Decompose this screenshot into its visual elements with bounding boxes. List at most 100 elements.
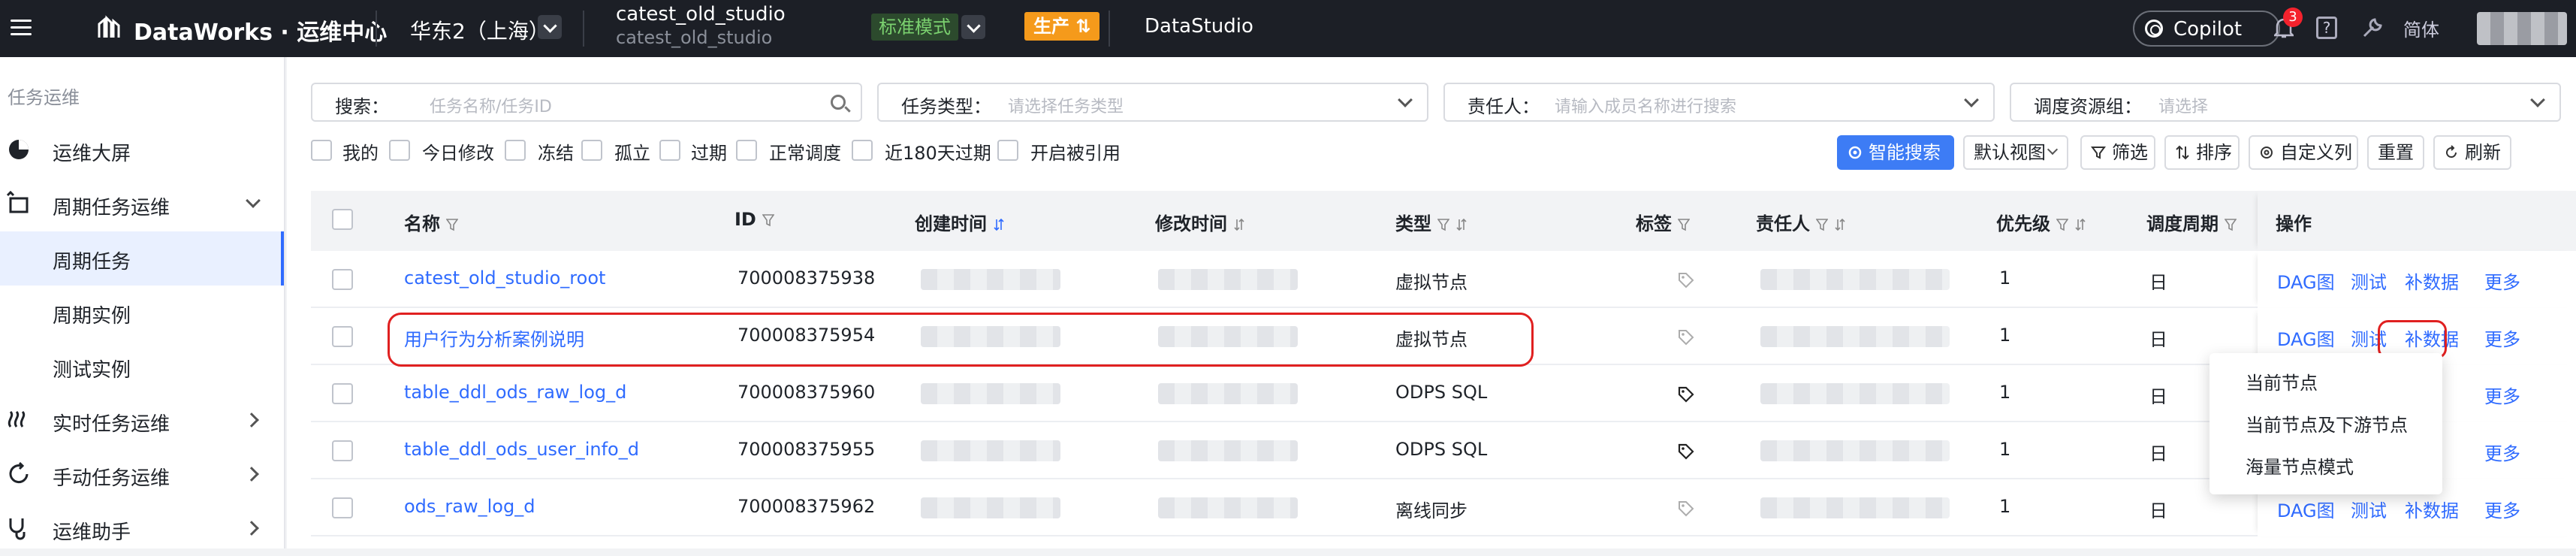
column-owner[interactable]: 责任人 [1756,209,1846,235]
task-name-link[interactable]: table_ddl_ods_raw_log_d [404,382,626,403]
row-checkbox[interactable] [332,383,353,404]
sidebar-item-periodic-ops[interactable]: 周期任务运维 [0,177,284,231]
column-cycle[interactable]: 调度周期 [2146,209,2237,235]
filter-icon[interactable] [1678,218,1690,231]
checkbox-isolated[interactable] [581,140,602,161]
row-checkbox[interactable] [332,440,353,461]
search-icon[interactable] [831,95,846,110]
sidebar-title: 任务运维 [8,87,80,108]
filter-icon[interactable] [2056,218,2068,231]
sort-icon[interactable] [2074,218,2086,231]
region-selector[interactable]: 华东2（上海） [410,15,550,45]
filter-icon[interactable] [1437,218,1449,231]
dag-link[interactable]: DAG图 [2277,267,2335,294]
module-link[interactable]: DataStudio [1145,15,1253,38]
more-link[interactable]: 更多 [2484,496,2520,522]
custom-columns-button[interactable]: 自定义列 [2249,135,2358,170]
column-type[interactable]: 类型 [1395,209,1467,235]
workspace-dropdown-chevron-icon[interactable] [961,15,985,39]
sort-button[interactable]: 排序 [2164,135,2240,170]
help-icon[interactable]: ? [2316,17,2337,39]
row-checkbox[interactable] [332,497,353,518]
menu-item-massive-nodes[interactable]: 海量节点模式 [2246,452,2354,479]
backfill-link[interactable]: 补数据 [2405,496,2459,522]
menu-item-current-and-downstream[interactable]: 当前节点及下游节点 [2246,410,2408,437]
menu-icon[interactable] [11,20,32,36]
table-row[interactable]: catest_old_studio_root 700008375938 虚拟节点… [311,251,2576,308]
sidebar-item-periodic-instances[interactable]: 周期实例 [0,286,284,340]
default-view-select[interactable]: 默认视图 [1963,135,2068,170]
dag-link[interactable]: DAG图 [2277,496,2335,522]
checkbox-normal-schedule[interactable] [736,140,757,161]
tag-icon[interactable] [1678,443,1694,460]
checkbox-expired[interactable] [659,140,680,161]
checkbox-modified-today[interactable] [389,140,410,161]
column-priority[interactable]: 优先级 [1996,209,2086,235]
sort-icon[interactable] [993,218,1005,231]
more-link[interactable]: 更多 [2484,325,2520,351]
env-badge[interactable]: 生产 ⇅ [1024,12,1100,41]
filter-icon[interactable] [1816,218,1828,231]
checkbox-referenced[interactable] [997,140,1018,161]
column-created[interactable]: 创建时间 [915,209,1005,235]
column-modified[interactable]: 修改时间 [1155,209,1245,235]
owner-redacted [1760,269,1950,290]
sort-icon[interactable] [1233,218,1245,231]
column-name[interactable]: 名称 [404,209,458,235]
checkbox-mine[interactable] [311,140,332,161]
sidebar-item-dashboard[interactable]: 运维大屏 [0,123,284,177]
more-link[interactable]: 更多 [2484,267,2520,294]
brand-title[interactable]: DataWorks · 运维中心 [134,14,387,47]
row-checkbox[interactable] [332,269,353,290]
tag-icon[interactable] [1678,500,1694,517]
task-name-link[interactable]: ods_raw_log_d [404,496,535,517]
wrench-icon[interactable] [2361,17,2384,39]
copilot-button[interactable]: Copilot [2133,11,2280,47]
backfill-link[interactable]: 补数据 [2405,267,2459,294]
search-input[interactable]: 搜索： 任务名称/任务ID [311,83,862,122]
checkbox-expired-180d[interactable] [852,140,873,161]
filter-button[interactable]: 筛选 [2080,135,2155,170]
chevron-down-icon [246,193,261,208]
task-type-select[interactable]: 任务类型： 请选择任务类型 [877,83,1428,122]
tag-icon[interactable] [1678,272,1694,289]
row-checkbox[interactable] [332,326,353,347]
filter-icon[interactable] [762,213,774,227]
workspace-name[interactable]: catest_old_studio [616,3,786,26]
sidebar-item-ops-assistant[interactable]: 运维助手 [0,502,284,556]
filter-icon[interactable] [2225,218,2237,231]
filter-icon[interactable] [446,218,458,231]
sidebar-item-manual-ops[interactable]: 手动任务运维 [0,448,284,502]
tag-icon[interactable] [1678,386,1694,403]
column-tags[interactable]: 标签 [1636,209,1690,235]
cycle-icon [6,191,29,213]
task-name-link[interactable]: catest_old_studio_root [404,267,605,289]
dag-link[interactable]: DAG图 [2277,325,2335,351]
more-link[interactable]: 更多 [2484,439,2520,465]
column-id[interactable]: ID [734,209,774,230]
checkbox-frozen[interactable] [505,140,526,161]
refresh-button[interactable]: 刷新 [2433,135,2511,170]
sidebar-item-realtime-ops[interactable]: 实时任务运维 [0,394,284,448]
stream-icon [8,410,26,428]
resource-group-select[interactable]: 调度资源组： 请选择 [2010,83,2561,122]
sidebar-item-periodic-tasks[interactable]: 周期任务 [0,231,284,286]
more-link[interactable]: 更多 [2484,382,2520,408]
test-link[interactable]: 测试 [2351,267,2387,294]
owner-select[interactable]: 责任人： 请输入成员名称进行搜索 [1443,83,1995,122]
sort-icon[interactable] [1455,218,1467,231]
stethoscope-icon [9,518,26,540]
reset-button[interactable]: 重置 [2367,135,2424,170]
region-dropdown-chevron-icon[interactable] [538,15,562,39]
test-link[interactable]: 测试 [2351,496,2387,522]
user-avatar[interactable] [2477,12,2567,45]
smart-search-button[interactable]: 智能搜索 [1837,135,1954,170]
tag-icon[interactable] [1678,329,1694,346]
sidebar-item-test-instances[interactable]: 测试实例 [0,340,284,394]
dataworks-logo-icon [98,15,120,38]
task-name-link[interactable]: table_ddl_ods_user_info_d [404,439,639,460]
menu-item-current-node[interactable]: 当前节点 [2246,368,2318,394]
select-all-checkbox[interactable] [332,209,353,230]
sort-icon[interactable] [1834,218,1846,231]
language-switch[interactable]: 简体 [2403,15,2439,41]
